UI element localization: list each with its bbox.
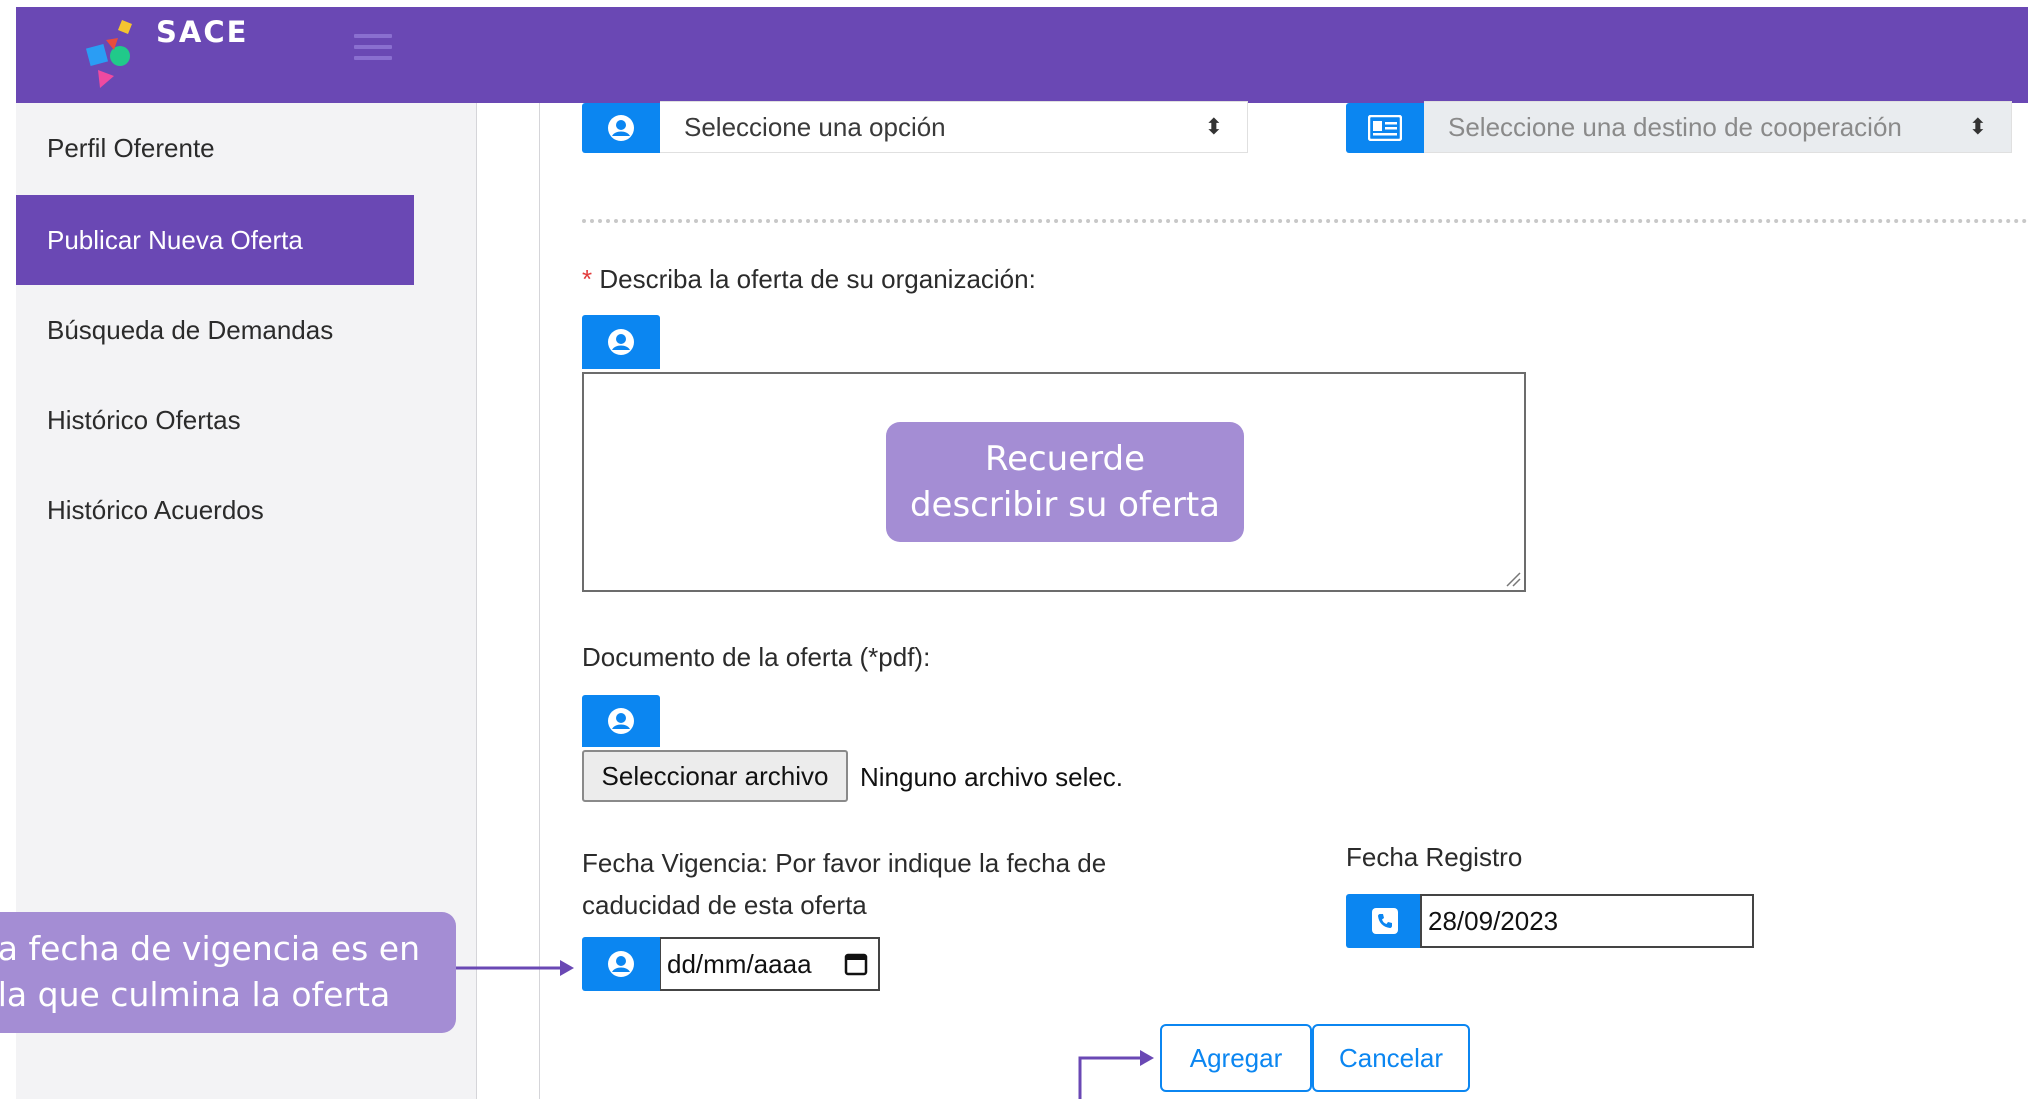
select-caret-icon: ⬍ <box>1204 114 1223 139</box>
select-option[interactable]: Seleccione una opción ⬍ <box>660 101 1248 153</box>
describe-label: * Describa la oferta de su organización: <box>582 264 1036 295</box>
logo-icon <box>85 20 132 88</box>
file-status: Ninguno archivo selec. <box>860 762 1124 792</box>
select-destino-value: Seleccione una destino de cooperación <box>1448 112 1902 142</box>
select-file-button[interactable]: Seleccionar archivo <box>582 750 848 802</box>
app-name: SACE <box>156 15 249 49</box>
fecha-registro-addon <box>1346 894 1424 948</box>
select-option-addon <box>582 103 660 153</box>
sidebar-item-historico-acuerdos[interactable]: Histórico Acuerdos <box>16 465 414 555</box>
callout-line: la que culmina la oferta <box>0 975 391 1014</box>
describe-addon <box>582 315 660 369</box>
phone-icon <box>1372 908 1398 934</box>
menu-toggle-icon[interactable] <box>354 34 392 66</box>
fecha-registro-label: Fecha Registro <box>1346 842 1523 872</box>
section-divider <box>582 219 2028 223</box>
fecha-vigencia-addon <box>582 937 660 991</box>
arrow-head <box>1140 1050 1154 1066</box>
select-destino[interactable]: Seleccione una destino de cooperación ⬍ <box>1424 101 2012 153</box>
callout-line: Recuerde <box>984 439 1146 479</box>
user-circle-icon <box>608 115 634 141</box>
sidebar-item-historico-ofertas[interactable]: Histórico Ofertas <box>16 375 414 465</box>
callout-line: a fecha de vigencia es en <box>0 929 420 968</box>
content-divider <box>539 103 540 1099</box>
select-destino-addon <box>1346 103 1424 153</box>
describe-label-text: Describa la oferta de su organización: <box>599 264 1036 294</box>
callout-line: describir su oferta <box>909 485 1221 525</box>
sidebar-item-perfil-oferente[interactable]: Perfil Oferente <box>16 103 414 193</box>
date-placeholder: dd/mm/aaaa <box>667 949 812 979</box>
sidebar-item-busqueda-demandas[interactable]: Búsqueda de Demandas <box>16 285 414 375</box>
fecha-registro-input[interactable]: 28/09/2023 <box>1420 894 1754 948</box>
date-tip-callout: a fecha de vigencia es en la que culmina… <box>0 912 456 1033</box>
sidebar-item-publicar-nueva-oferta[interactable]: Publicar Nueva Oferta <box>16 195 414 285</box>
textarea-tip-callout: Recuerde describir su oferta <box>886 422 1244 542</box>
arrow-head <box>560 960 574 976</box>
required-mark: * <box>582 264 593 294</box>
fecha-vigencia-label-line: Fecha Vigencia: Por favor indique la fec… <box>582 848 1107 878</box>
cancel-button[interactable]: Cancelar <box>1312 1024 1470 1092</box>
select-caret-icon: ⬍ <box>1968 114 1987 139</box>
fecha-vigencia-label-line: caducidad de esta oferta <box>582 890 867 920</box>
user-circle-icon <box>608 329 634 355</box>
select-option-value: Seleccione una opción <box>684 112 946 142</box>
resize-handle-icon[interactable] <box>1505 571 1521 587</box>
fecha-vigencia-input[interactable]: dd/mm/aaaa <box>660 937 880 991</box>
document-label: Documento de la oferta (*pdf): <box>582 642 931 672</box>
document-addon <box>582 695 660 747</box>
arrow-to-add-button <box>1078 1056 1142 1099</box>
user-circle-icon <box>608 951 634 977</box>
add-button[interactable]: Agregar <box>1160 1024 1312 1092</box>
id-card-icon <box>1368 115 1402 141</box>
user-circle-icon <box>608 708 634 734</box>
fecha-vigencia-label: Fecha Vigencia: Por favor indique la fec… <box>582 842 1106 926</box>
calendar-icon[interactable] <box>844 952 868 976</box>
top-bar: SACE <box>16 7 2028 103</box>
